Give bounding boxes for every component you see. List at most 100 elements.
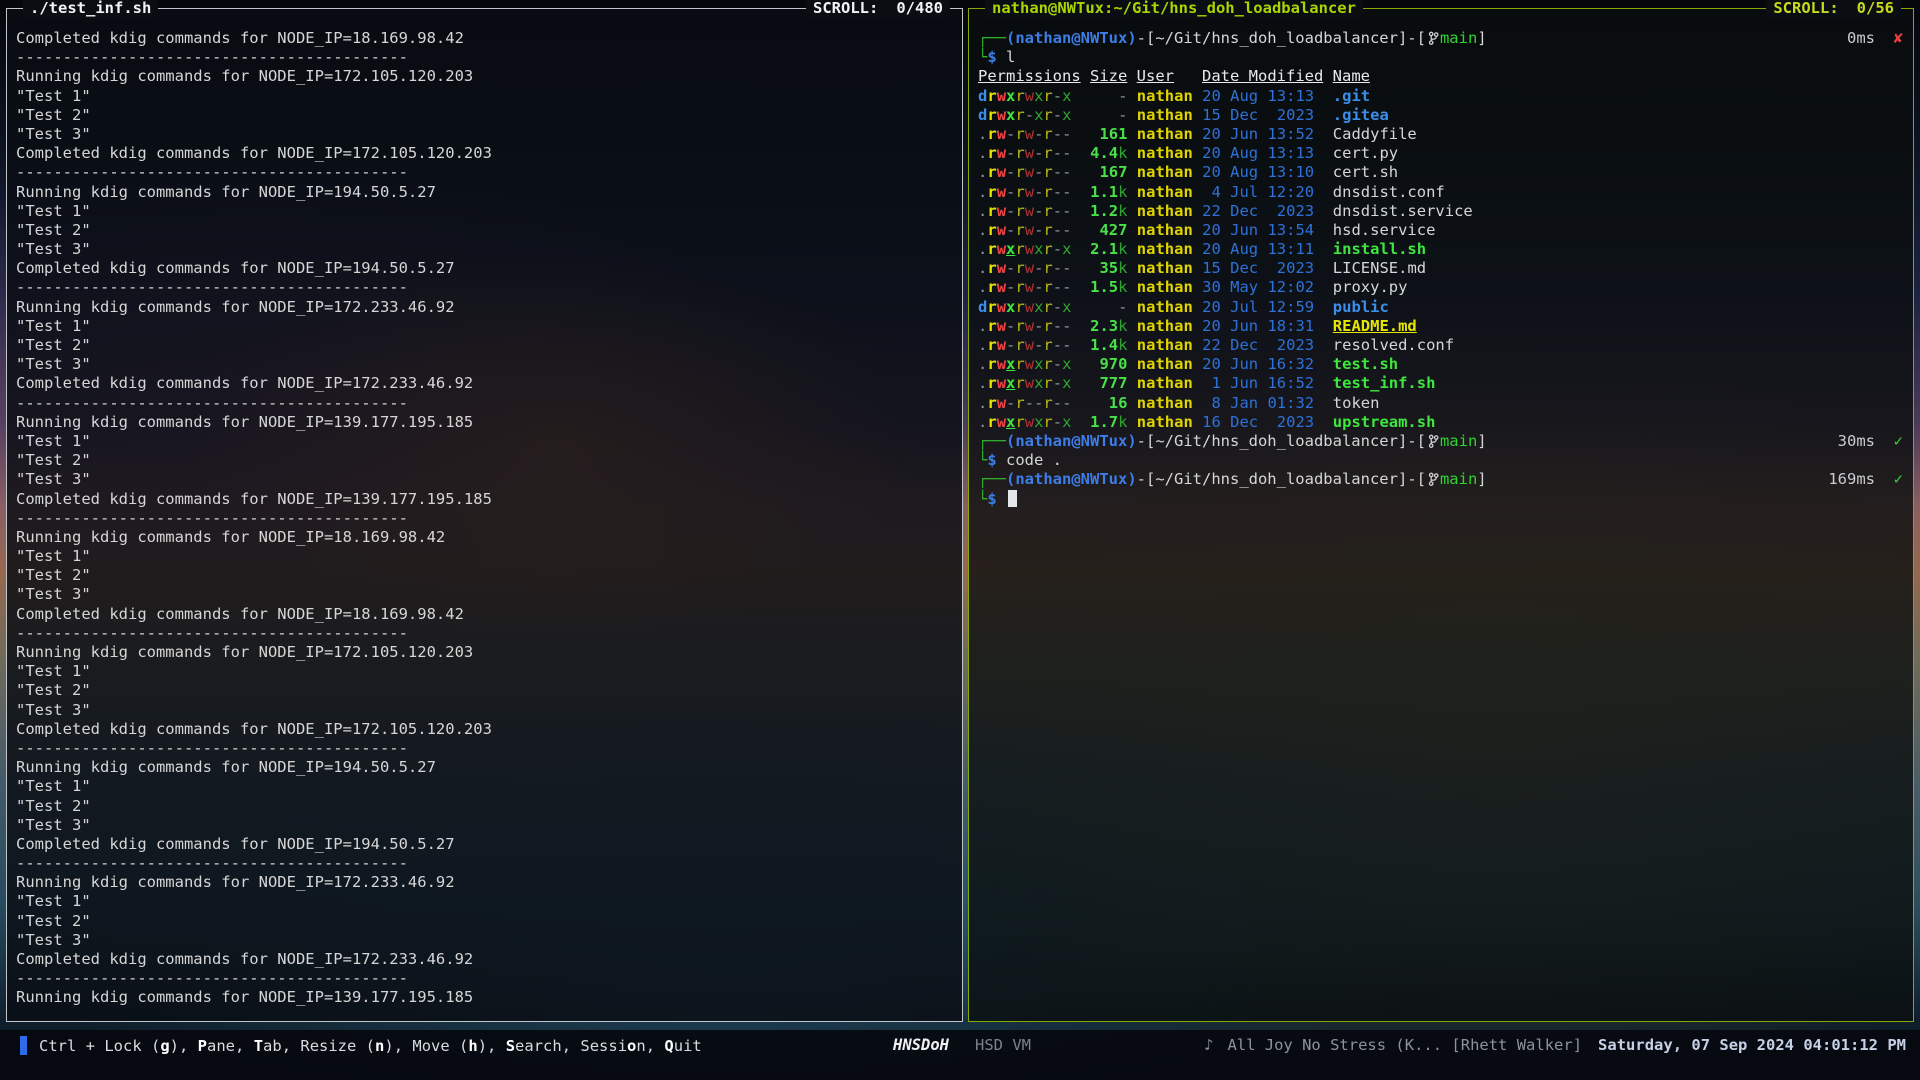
right-pane-title: nathan@NWTux:~/Git/hns_doh_loadbalancer: [985, 0, 1363, 18]
command-line: └$: [978, 490, 1909, 509]
terminal-line: Completed kdig commands for NODE_IP=18.1…: [16, 605, 958, 624]
status-right: ♪All Joy No Stress (K... [Rhett Walker]S…: [1204, 1036, 1906, 1055]
terminal-line: "Test 3": [16, 816, 958, 835]
filename: .gitea: [1333, 106, 1389, 124]
filename: dnsdist.conf: [1333, 183, 1445, 201]
left-pane-title: ./test_inf.sh: [23, 0, 158, 18]
terminal-line: "Test 3": [16, 125, 958, 144]
terminal-line: "Test 1": [16, 202, 958, 221]
command-line: └$ l: [978, 48, 1909, 67]
git-branch-icon: [1428, 30, 1439, 46]
filename: upstream.sh: [1333, 413, 1436, 431]
prompt-line: ┌──(nathan@NWTux)-[~/Git/hns_doh_loadbal…: [978, 29, 1909, 48]
file-row: .rw-rw-r-- 161 nathan 20 Jun 13:52 Caddy…: [978, 125, 1909, 144]
listing-header-row: Permissions Size User Date Modified Name: [978, 67, 1909, 86]
terminal-line: "Test 2": [16, 106, 958, 125]
command-line: └$ code .: [978, 451, 1909, 470]
terminal-line: Running kdig commands for NODE_IP=139.17…: [16, 413, 958, 432]
file-row: .rw-rw-r-- 1.2k nathan 22 Dec 2023 dnsdi…: [978, 202, 1909, 221]
filename: README.md: [1333, 317, 1417, 335]
filename: hsd.service: [1333, 221, 1436, 239]
terminal-line: ----------------------------------------…: [16, 854, 958, 873]
terminal-line: "Test 2": [16, 451, 958, 470]
terminal-line: Running kdig commands for NODE_IP=194.50…: [16, 183, 958, 202]
terminal-line: Running kdig commands for NODE_IP=172.10…: [16, 643, 958, 662]
filename: test.sh: [1333, 355, 1398, 373]
terminal-line: ----------------------------------------…: [16, 969, 958, 988]
terminal-line: "Test 3": [16, 931, 958, 950]
terminal-line: "Test 2": [16, 797, 958, 816]
filename: public: [1333, 298, 1389, 316]
terminal-line: "Test 3": [16, 701, 958, 720]
now-playing: ♪All Joy No Stress (K... [Rhett Walker]: [1204, 1036, 1582, 1054]
prompt-line: ┌──(nathan@NWTux)-[~/Git/hns_doh_loadbal…: [978, 432, 1909, 451]
zellij-screen: ./test_inf.sh SCROLL: 0/480 Completed kdi…: [0, 0, 1920, 1080]
filename: dnsdist.service: [1333, 202, 1473, 220]
file-row: .rw-r--r-- 16 nathan 8 Jan 01:32 token: [978, 394, 1909, 413]
now-playing-text: All Joy No Stress (K... [Rhett Walker]: [1227, 1036, 1582, 1054]
terminal-line: "Test 2": [16, 912, 958, 931]
terminal-line: "Test 1": [16, 662, 958, 681]
scroll-label: SCROLL:: [813, 0, 878, 17]
right-pane-content[interactable]: ┌──(nathan@NWTux)-[~/Git/hns_doh_loadbal…: [978, 29, 1909, 1019]
terminal-line: Completed kdig commands for NODE_IP=172.…: [16, 720, 958, 739]
keybind-hint-text: Ctrl + Lock (g), Pane, Tab, Resize (n), …: [39, 1037, 702, 1055]
git-branch-icon: [1428, 471, 1439, 487]
terminal-line: "Test 3": [16, 240, 958, 259]
terminal-line: Running kdig commands for NODE_IP=139.17…: [16, 988, 958, 1007]
terminal-line: ----------------------------------------…: [16, 278, 958, 297]
terminal-line: Running kdig commands for NODE_IP=172.23…: [16, 873, 958, 892]
file-row: .rw-rw-r-- 1.1k nathan 4 Jul 12:20 dnsdi…: [978, 183, 1909, 202]
filename: resolved.conf: [1333, 336, 1454, 354]
terminal-line: Completed kdig commands for NODE_IP=194.…: [16, 835, 958, 854]
terminal-line: Completed kdig commands for NODE_IP=139.…: [16, 490, 958, 509]
terminal-line: Completed kdig commands for NODE_IP=172.…: [16, 374, 958, 393]
terminal-line: "Test 3": [16, 355, 958, 374]
terminal-line: Running kdig commands for NODE_IP=194.50…: [16, 758, 958, 777]
right-pane[interactable]: nathan@NWTux:~/Git/hns_doh_loadbalancer …: [968, 8, 1914, 1022]
scroll-label: SCROLL:: [1773, 0, 1838, 17]
terminal-line: ----------------------------------------…: [16, 624, 958, 643]
terminal-line: "Test 2": [16, 681, 958, 700]
file-row: .rw-rw-r-- 427 nathan 20 Jun 13:54 hsd.s…: [978, 221, 1909, 240]
left-pane-content: Completed kdig commands for NODE_IP=18.1…: [16, 29, 958, 1019]
terminal-line: Completed kdig commands for NODE_IP=18.1…: [16, 29, 958, 48]
terminal-line: Completed kdig commands for NODE_IP=194.…: [16, 259, 958, 278]
terminal-line: "Test 1": [16, 547, 958, 566]
session-name: HNSDoH: [893, 1036, 949, 1054]
terminal-line: ----------------------------------------…: [16, 739, 958, 758]
file-row: .rw-rw-r-- 4.4k nathan 20 Aug 13:13 cert…: [978, 144, 1909, 163]
scroll-value: 0/480: [896, 0, 943, 17]
left-pane[interactable]: ./test_inf.sh SCROLL:0/480 Completed kdi…: [6, 8, 963, 1022]
terminal-line: ----------------------------------------…: [16, 394, 958, 413]
vm-label: HSD VM: [975, 1036, 1031, 1054]
terminal-line: Running kdig commands for NODE_IP=172.23…: [16, 298, 958, 317]
terminal-line: "Test 3": [16, 585, 958, 604]
file-row: .rw-rw-r-- 2.3k nathan 20 Jun 18:31 READ…: [978, 317, 1909, 336]
terminal-line: "Test 2": [16, 336, 958, 355]
terminal-cursor[interactable]: [1008, 490, 1017, 507]
status-bar: Ctrl + Lock (g), Pane, Tab, Resize (n), …: [0, 1030, 1920, 1080]
mode-indicator-bar: [20, 1036, 27, 1055]
terminal-line: "Test 3": [16, 470, 958, 489]
terminal-line: "Test 2": [16, 221, 958, 240]
file-row: .rw-rw-r-- 1.5k nathan 30 May 12:02 prox…: [978, 278, 1909, 297]
right-pane-scroll-indicator: SCROLL: 0/56: [1766, 0, 1901, 18]
filename: install.sh: [1333, 240, 1426, 258]
file-row: .rwxrwxr-x 777 nathan 1 Jun 16:52 test_i…: [978, 374, 1909, 393]
terminal-line: ----------------------------------------…: [16, 509, 958, 528]
scroll-value: 0/56: [1857, 0, 1894, 17]
keybind-hints: Ctrl + Lock (g), Pane, Tab, Resize (n), …: [20, 1036, 702, 1056]
terminal-line: "Test 1": [16, 317, 958, 336]
prompt-line: ┌──(nathan@NWTux)-[~/Git/hns_doh_loadbal…: [978, 470, 1909, 489]
session-info: HNSDoH HSD VM: [893, 1036, 1031, 1055]
terminal-line: ----------------------------------------…: [16, 163, 958, 182]
filename: LICENSE.md: [1333, 259, 1426, 277]
terminal-line: "Test 1": [16, 777, 958, 796]
filename: token: [1333, 394, 1380, 412]
git-branch-icon: [1428, 433, 1439, 449]
file-row: .rw-rw-r-- 1.4k nathan 22 Dec 2023 resol…: [978, 336, 1909, 355]
filename: cert.sh: [1333, 163, 1398, 181]
file-row: .rw-rw-r-- 167 nathan 20 Aug 13:10 cert.…: [978, 163, 1909, 182]
left-pane-scroll-indicator: SCROLL: 0/480: [806, 0, 950, 18]
